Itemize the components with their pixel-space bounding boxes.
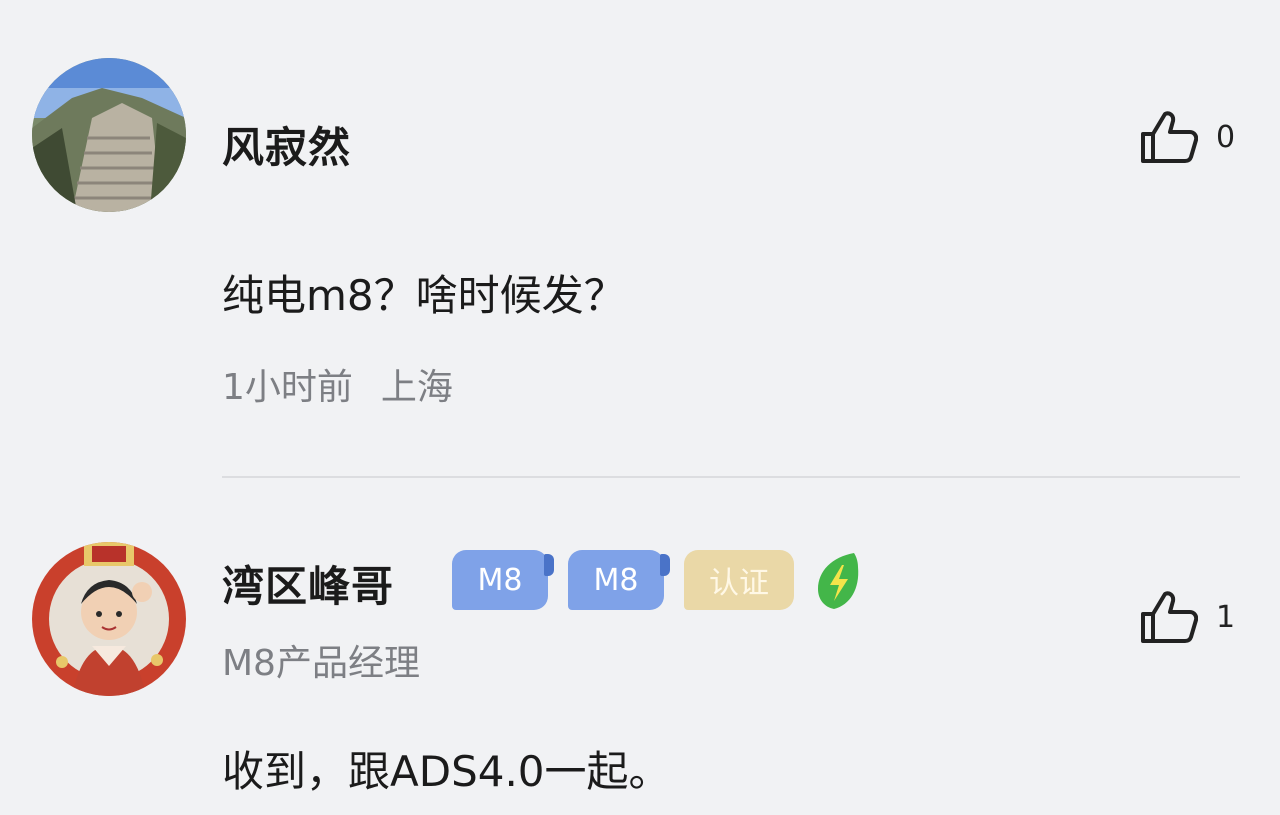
badge-group: M8 M8 认证 [452, 549, 862, 611]
thumbs-up-icon [1141, 111, 1198, 163]
like-button[interactable]: 0 [1140, 110, 1235, 164]
username[interactable]: 湾区峰哥 [222, 553, 394, 614]
comment-text: 收到，跟ADS4.0一起。 [222, 747, 671, 796]
thumbs-up-icon [1141, 591, 1198, 643]
great-wall-photo-avatar [32, 58, 186, 212]
like-button[interactable]: 1 [1140, 590, 1235, 644]
comment-text: 纯电m8？啥时候发？ [222, 271, 626, 320]
user-title: M8产品经理 [222, 643, 420, 684]
like-count: 0 [1216, 119, 1236, 155]
comment-meta: 1小时前 上海 [222, 358, 453, 410]
divider [222, 476, 1240, 478]
avatar[interactable] [32, 542, 186, 696]
username[interactable]: 风寂然 [222, 114, 351, 175]
green-leaf-lightning-icon [818, 553, 859, 609]
like-count: 1 [1216, 599, 1236, 635]
cartoon-character-avatar [32, 542, 186, 696]
comment-location: 上海 [380, 367, 453, 408]
model-badge[interactable]: M8 [452, 550, 554, 610]
comment-time: 1小时前 [222, 367, 353, 408]
model-badge[interactable]: M8 [568, 550, 670, 610]
verified-badge[interactable]: 认证 [684, 550, 794, 610]
avatar[interactable] [32, 58, 186, 212]
